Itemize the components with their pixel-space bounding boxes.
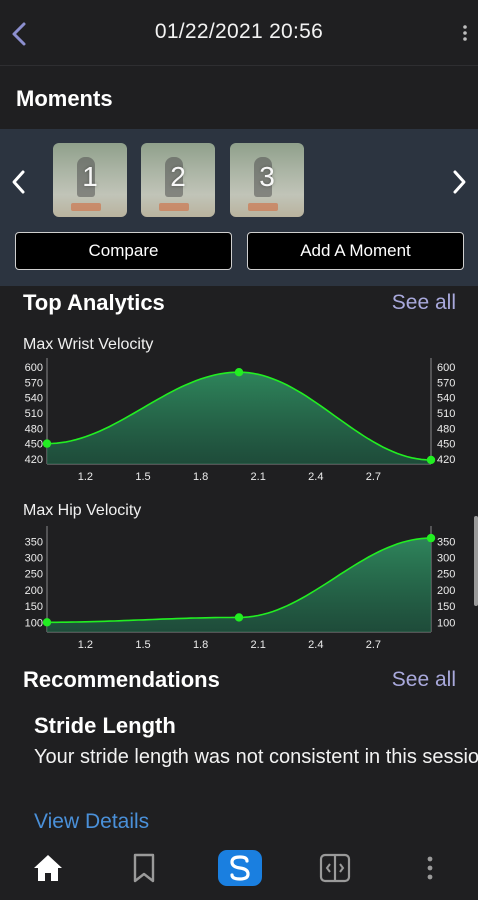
wrist-chart-title: Max Wrist Velocity [23, 336, 154, 353]
moments-heading: Moments [16, 86, 113, 111]
moment-number: 3 [259, 161, 275, 192]
batting-mat [71, 203, 101, 211]
moment-number: 2 [170, 161, 186, 192]
y-tick-label-left: 510 [25, 408, 43, 420]
y-tick-label-right: 540 [437, 393, 455, 405]
add-moment-button[interactable]: Add A Moment [247, 232, 464, 270]
x-tick-label: 2.7 [366, 639, 381, 651]
header-bar: 01/22/2021 20:56 [0, 0, 478, 66]
hip-velocity-chart: 350 350 300 300 250 250 200 200 150 150 100 100 1.2 1… [25, 526, 455, 651]
y-tick-label-right: 200 [437, 585, 455, 597]
home-icon[interactable] [30, 850, 66, 886]
y-tick-label-left: 570 [25, 377, 43, 389]
data-point [426, 533, 436, 543]
y-tick-label-right: 300 [437, 553, 455, 565]
recommendations-see-all-link[interactable]: See all [392, 668, 456, 692]
s-logo-icon[interactable] [217, 849, 263, 887]
y-tick-label-left: 600 [25, 362, 43, 374]
moments-panel: 1 2 3 Compare Add A Moment [0, 129, 478, 286]
hip-chart-title: Max Hip Velocity [23, 502, 142, 519]
y-tick-label-right: 150 [437, 601, 455, 613]
recommendations-heading: Recommendations [23, 667, 220, 692]
bottom-nav [0, 838, 478, 900]
moment-thumbnail[interactable]: 1 [53, 143, 127, 217]
y-tick-label-right: 250 [437, 569, 455, 581]
y-tick-label-right: 480 [437, 423, 455, 435]
bookmark-icon[interactable] [126, 850, 162, 886]
data-point [42, 618, 52, 627]
x-tick-label: 1.5 [135, 471, 150, 483]
y-tick-label-right: 420 [437, 454, 455, 466]
x-tick-label: 1.8 [193, 639, 208, 651]
recommendation-title: Stride Length [34, 713, 176, 738]
compare-button[interactable]: Compare [15, 232, 232, 270]
moment-thumbnail[interactable]: 2 [141, 143, 215, 217]
y-tick-label-left: 450 [25, 439, 43, 451]
y-tick-label-left: 250 [25, 569, 43, 581]
y-tick-label-right: 450 [437, 439, 455, 451]
app: 01/22/2021 20:56 Moments 1 2 3 Compare A… [0, 0, 478, 900]
x-tick-label: 1.2 [78, 639, 93, 651]
y-tick-label-left: 150 [25, 601, 43, 613]
chevron-right-icon[interactable] [450, 169, 468, 195]
data-point [234, 368, 244, 377]
moment-number: 1 [82, 161, 98, 192]
y-tick-label-left: 480 [25, 423, 43, 435]
more-vertical-icon[interactable] [412, 850, 448, 886]
y-tick-label-left: 100 [25, 617, 43, 629]
data-point [234, 613, 244, 622]
x-tick-label: 2.1 [251, 639, 266, 651]
recommendation-body: Your stride length was not consistent in… [34, 746, 478, 768]
view-details-link[interactable]: View Details [34, 810, 149, 834]
x-tick-label: 2.4 [308, 639, 323, 651]
series-area [47, 372, 431, 464]
data-point [42, 439, 52, 448]
analytics-see-all-link[interactable]: See all [392, 291, 456, 315]
x-tick-label: 2.4 [308, 471, 323, 483]
top-analytics-heading: Top Analytics [23, 290, 165, 315]
y-tick-label-left: 350 [25, 536, 43, 548]
x-tick-label: 1.8 [193, 471, 208, 483]
x-tick-label: 2.7 [366, 471, 381, 483]
moment-thumbnail[interactable]: 3 [230, 143, 304, 217]
scrollbar-thumb[interactable] [474, 516, 478, 606]
chevron-left-icon[interactable] [10, 169, 28, 195]
y-tick-label-left: 200 [25, 585, 43, 597]
y-tick-label-right: 570 [437, 377, 455, 389]
x-tick-label: 1.5 [135, 639, 150, 651]
batting-mat [248, 203, 278, 211]
y-tick-label-left: 540 [25, 393, 43, 405]
x-tick-label: 2.1 [251, 471, 266, 483]
x-tick-label: 1.2 [78, 471, 93, 483]
y-tick-label-left: 420 [25, 454, 43, 466]
session-datetime-title: 01/22/2021 20:56 [154, 20, 324, 43]
data-point [426, 455, 436, 465]
y-tick-label-right: 510 [437, 408, 455, 420]
compare-icon[interactable] [317, 850, 353, 886]
y-tick-label-right: 350 [437, 536, 455, 548]
y-tick-label-right: 600 [437, 362, 455, 374]
y-tick-label-left: 300 [25, 553, 43, 565]
wrist-velocity-chart: 600 600 570 570 540 540 510 510 480 480 450 450 420 4… [25, 358, 455, 483]
more-vertical-icon[interactable] [462, 24, 468, 42]
batting-mat [159, 203, 189, 211]
y-tick-label-right: 100 [437, 617, 455, 629]
